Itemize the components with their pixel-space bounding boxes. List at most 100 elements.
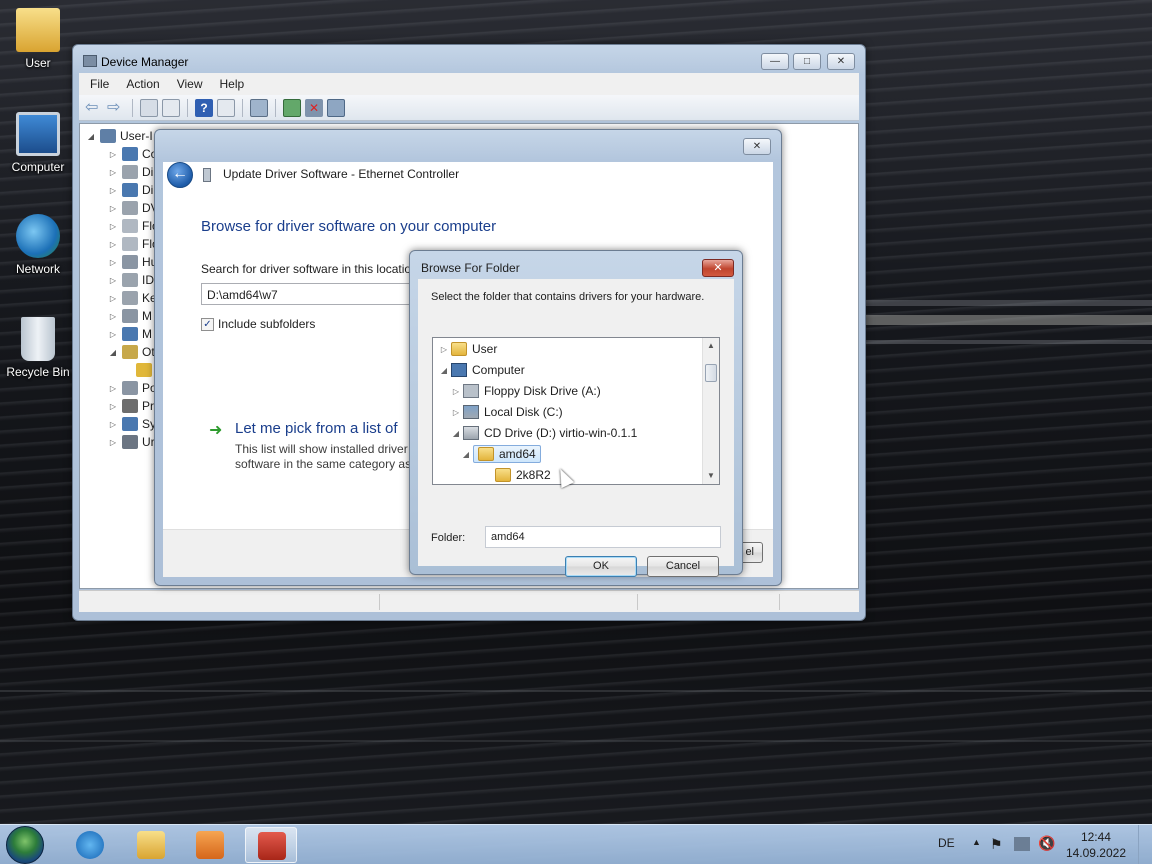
include-subfolders-row[interactable]: ✓ Include subfolders (201, 317, 315, 332)
dialog-close-button[interactable]: ✕ (702, 259, 734, 277)
device-category[interactable]: ▷ Flo (108, 235, 159, 253)
expand-arrow-icon[interactable]: ▷ (108, 330, 118, 339)
desktop-icon-recycle-bin[interactable]: Recycle Bin (4, 317, 72, 379)
tree-item-computer[interactable]: ◢ Computer (439, 360, 525, 380)
expand-arrow-icon[interactable]: ▷ (108, 312, 118, 321)
minimize-button[interactable]: — (761, 53, 789, 70)
menu-file[interactable]: File (79, 77, 115, 91)
device-category-icon (122, 237, 138, 251)
properties-icon[interactable] (162, 98, 180, 117)
collapse-arrow-icon[interactable]: ◢ (451, 429, 461, 438)
taskbar-explorer[interactable] (125, 827, 177, 863)
expand-arrow-icon[interactable]: ▷ (108, 150, 118, 159)
back-icon[interactable]: ⇦ (85, 99, 103, 117)
expand-arrow-icon[interactable]: ▷ (108, 420, 118, 429)
expand-arrow-icon[interactable]: ▷ (108, 276, 118, 285)
device-category[interactable]: ▷ Hu (108, 253, 157, 271)
uninstall-icon[interactable]: ✕ (305, 98, 323, 117)
device-category[interactable]: ▷ Ke (108, 289, 157, 307)
tree-item-2k8r2[interactable]: 2k8R2 (483, 465, 551, 484)
expand-arrow-icon[interactable]: ▷ (451, 387, 461, 396)
tree-item-user[interactable]: ▷ User (439, 339, 497, 359)
device-category[interactable]: ▷ Di (108, 181, 153, 199)
show-desktop-button[interactable] (1138, 825, 1152, 864)
desktop-icon-user[interactable]: User (4, 8, 72, 70)
expand-arrow-icon[interactable]: ▷ (108, 402, 118, 411)
device-category[interactable]: ▷ Ur (108, 433, 155, 451)
device-category[interactable]: ▷ Di (108, 163, 153, 181)
device-category[interactable]: ▷ Sy (108, 415, 156, 433)
help-icon[interactable]: ? (195, 98, 213, 117)
update-driver-icon[interactable] (283, 98, 301, 117)
device-category[interactable]: ▷ Po (108, 379, 157, 397)
show-hide-tree-icon[interactable] (140, 98, 158, 117)
expand-arrow-icon[interactable]: ▷ (439, 345, 449, 354)
device-category[interactable]: ▷ Pr (108, 397, 154, 415)
back-button[interactable]: ← (167, 162, 193, 188)
device-category[interactable]: ◢ Ot (108, 343, 155, 361)
forward-icon[interactable]: ⇨ (107, 99, 125, 117)
menu-help[interactable]: Help (209, 77, 251, 91)
network-tray-icon[interactable] (1014, 837, 1030, 851)
selected-folder[interactable]: amd64 (473, 445, 541, 463)
device-category[interactable]: ▷ ID (108, 271, 154, 289)
wizard-close-button[interactable]: ✕ (743, 138, 771, 155)
expand-arrow-icon[interactable]: ▷ (108, 204, 118, 213)
collapse-arrow-icon[interactable]: ◢ (86, 132, 96, 141)
expand-arrow-icon[interactable]: ▷ (108, 168, 118, 177)
show-hidden-icons-icon[interactable]: ▲ (972, 837, 981, 847)
desktop-icon-network[interactable]: Network (4, 214, 72, 276)
volume-muted-icon[interactable]: 🔇 (1038, 835, 1055, 852)
unknown-device-item[interactable] (136, 361, 156, 379)
expand-arrow-icon[interactable]: ▷ (108, 258, 118, 267)
folder-input[interactable]: amd64 (485, 526, 721, 548)
enable-device-icon[interactable] (327, 98, 345, 117)
collapse-arrow-icon[interactable]: ◢ (461, 450, 471, 459)
expand-arrow-icon[interactable]: ▷ (108, 186, 118, 195)
tree-item-floppy[interactable]: ▷ Floppy Disk Drive (A:) (451, 381, 601, 401)
device-category[interactable]: ▷ M (108, 307, 152, 325)
expand-arrow-icon[interactable]: ▷ (108, 438, 118, 447)
ok-button[interactable]: OK (565, 556, 637, 577)
expand-arrow-icon[interactable]: ▷ (108, 384, 118, 393)
tree-item-cd-drive[interactable]: ◢ CD Drive (D:) virtio-win-0.1.1 (451, 423, 637, 443)
scroll-down-icon[interactable]: ▼ (703, 468, 719, 484)
desktop-icon-computer[interactable]: Computer (4, 112, 72, 174)
expand-arrow-icon[interactable]: ▷ (451, 408, 461, 417)
expand-arrow-icon[interactable]: ▷ (108, 222, 118, 231)
start-button[interactable] (6, 826, 44, 864)
tree-root[interactable]: ◢ User-I (86, 127, 153, 145)
taskbar-media-player[interactable] (184, 827, 236, 863)
maximize-button[interactable]: □ (793, 53, 821, 70)
vertical-scrollbar[interactable]: ▲ ▼ (702, 338, 719, 484)
tree-item-amd64[interactable]: ◢ amd64 (461, 444, 541, 464)
collapse-arrow-icon[interactable]: ◢ (108, 348, 118, 357)
device-category[interactable]: ▷ DV (108, 199, 159, 217)
taskbar-device-manager[interactable] (245, 827, 297, 863)
tree-item-local-disk[interactable]: ▷ Local Disk (C:) (451, 402, 563, 422)
device-category[interactable]: ▷ M (108, 325, 152, 343)
collapse-arrow-icon[interactable]: ◢ (439, 366, 449, 375)
include-subfolders-checkbox[interactable]: ✓ (201, 318, 214, 332)
expand-arrow-icon[interactable]: ▷ (108, 240, 118, 249)
clock[interactable]: 12:44 14.09.2022 (1066, 829, 1126, 861)
scroll-thumb[interactable] (705, 364, 717, 382)
menu-bar: File Action View Help (79, 73, 859, 95)
cancel-button[interactable]: Cancel (647, 556, 719, 577)
menu-view[interactable]: View (166, 77, 209, 91)
device-category[interactable]: ▷ Co (108, 145, 157, 163)
pick-from-list-link[interactable]: Let me pick from a list of (235, 420, 398, 437)
taskbar-ie[interactable] (64, 827, 116, 863)
expand-arrow-icon[interactable]: ▷ (108, 294, 118, 303)
path-input[interactable]: D:\amd64\w7 (201, 283, 421, 305)
language-indicator[interactable]: DE (938, 836, 955, 850)
menu-action[interactable]: Action (115, 77, 165, 91)
scroll-up-icon[interactable]: ▲ (703, 338, 719, 354)
close-button[interactable]: ✕ (827, 53, 855, 70)
device-category[interactable]: ▷ Flo (108, 217, 159, 235)
scan-hardware-icon[interactable] (250, 98, 268, 117)
action-pane-icon[interactable] (217, 98, 235, 117)
action-center-flag-icon[interactable]: ⚑ (990, 836, 1003, 853)
folder-tree[interactable]: ▷ User ◢ Computer ▷ Floppy Disk Drive (A… (432, 337, 720, 485)
device-category-icon (122, 219, 138, 233)
